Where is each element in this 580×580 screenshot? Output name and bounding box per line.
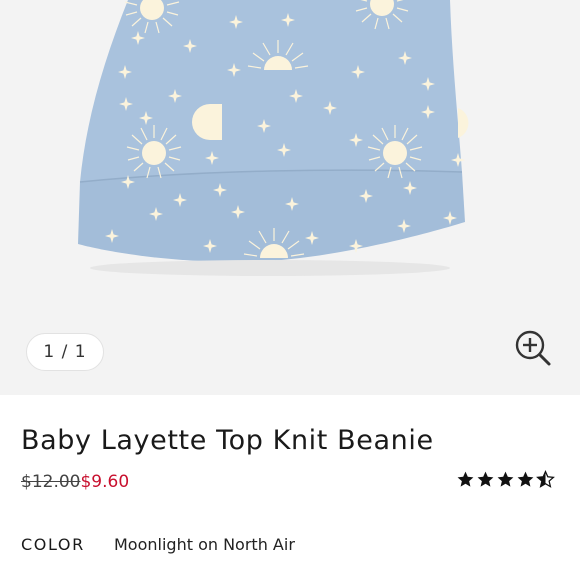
color-label: COLOR bbox=[21, 535, 85, 554]
star-icon bbox=[457, 471, 474, 487]
price-block: $12.00$9.60 bbox=[21, 472, 129, 492]
star-icon bbox=[517, 471, 534, 487]
star-icon bbox=[477, 471, 494, 487]
star-rating[interactable] bbox=[456, 470, 555, 489]
product-gallery: 1 / 1 bbox=[0, 0, 580, 395]
color-row: COLOR Moonlight on North Air bbox=[21, 535, 295, 554]
product-title: Baby Layette Top Knit Beanie bbox=[21, 425, 434, 456]
zoom-in-icon bbox=[515, 330, 551, 366]
original-price: $12.00 bbox=[21, 472, 81, 492]
zoom-button[interactable] bbox=[512, 327, 554, 369]
star-icon bbox=[497, 471, 514, 487]
sale-price: $9.60 bbox=[80, 472, 130, 492]
half-star-icon bbox=[536, 470, 555, 488]
color-value: Moonlight on North Air bbox=[114, 535, 295, 554]
image-counter: 1 / 1 bbox=[26, 333, 104, 371]
